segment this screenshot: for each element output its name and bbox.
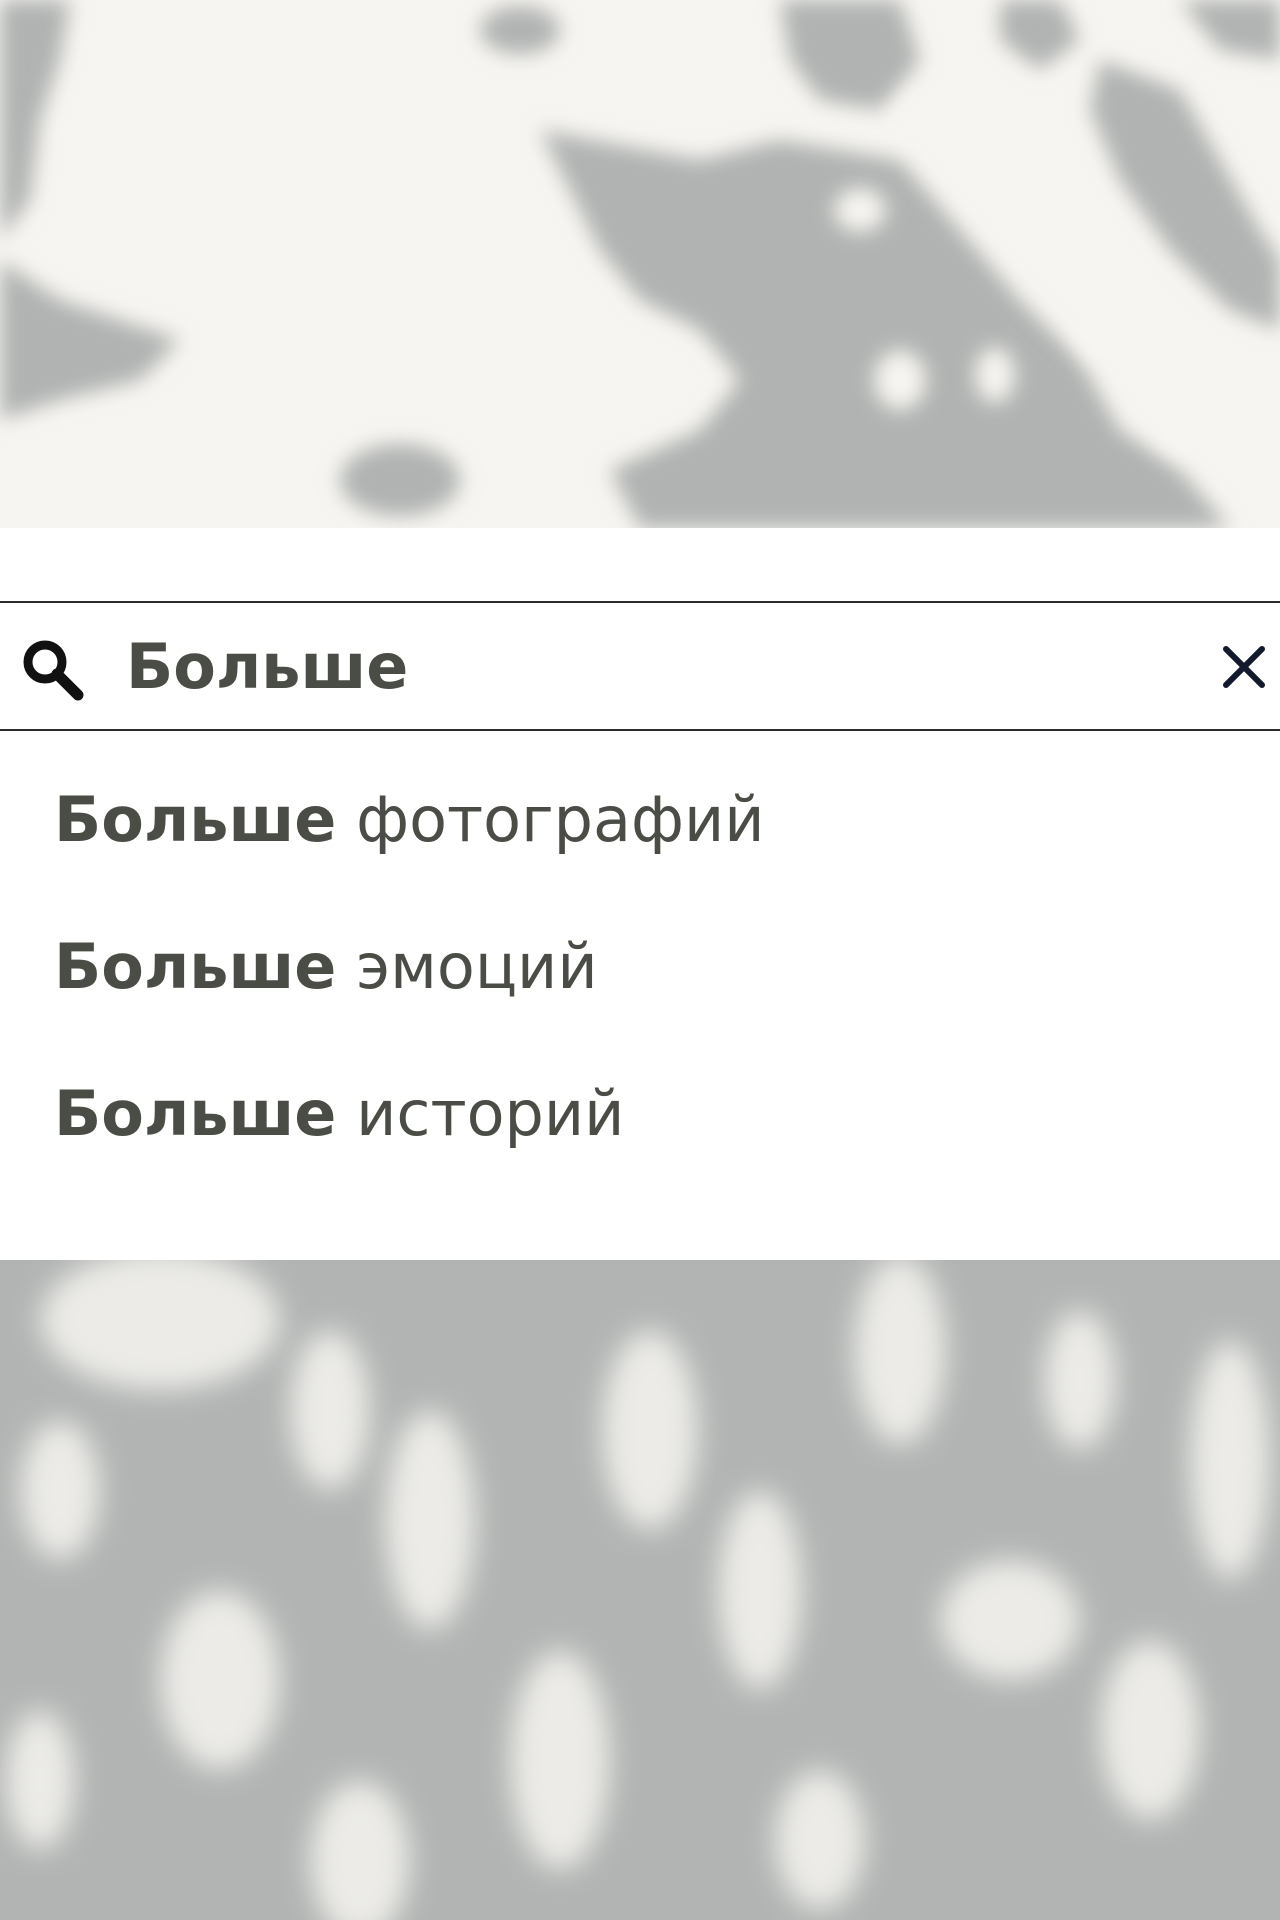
suggestion-item-stories[interactable]: Больше историй [54, 1074, 765, 1221]
suggestion-rest: историй [356, 1077, 625, 1150]
page: Больше фотографий Больше эмоций Больше и… [0, 0, 1280, 1920]
suggestion-rest: фотографий [356, 783, 765, 856]
suggestion-match: Больше [54, 1077, 337, 1150]
suggestion-rest: эмоций [356, 930, 598, 1003]
suggestion-item-emotions[interactable]: Больше эмоций [54, 927, 765, 1074]
search-panel: Больше фотографий Больше эмоций Больше и… [0, 528, 1280, 1260]
search-bar [0, 601, 1280, 731]
search-icon[interactable] [18, 635, 88, 705]
close-icon[interactable] [1218, 639, 1270, 695]
suggestion-match: Больше [54, 930, 337, 1003]
search-input[interactable] [126, 623, 1126, 709]
background-photo-bottom [0, 1260, 1280, 1920]
suggestion-item-photos[interactable]: Больше фотографий [54, 780, 765, 927]
leaf-shadow-texture-bottom [0, 1260, 1280, 1920]
background-photo-top [0, 0, 1280, 528]
suggestion-list: Больше фотографий Больше эмоций Больше и… [54, 780, 765, 1221]
suggestion-match: Больше [54, 783, 337, 856]
leaf-shadow-texture-top [0, 0, 1280, 528]
